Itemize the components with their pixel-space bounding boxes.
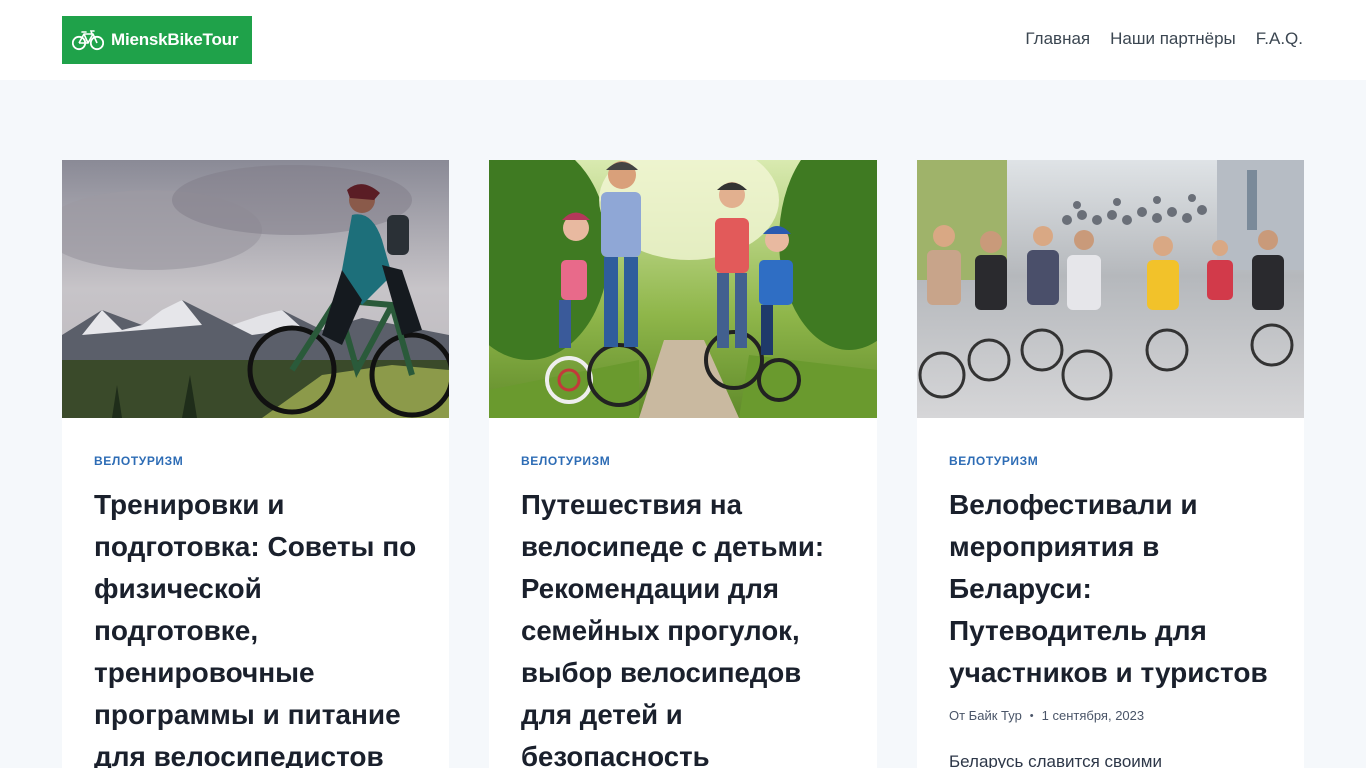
- post-card: ВЕЛОТУРИЗМ Тренировки и подготовка: Сове…: [62, 160, 449, 768]
- post-title[interactable]: Велофестивали и мероприятия в Беларуси: …: [949, 484, 1272, 694]
- bicycle-icon: [72, 30, 104, 51]
- site-header: MienskBikeTour Главная Наши партнёры F.A…: [0, 0, 1366, 80]
- site-logo[interactable]: MienskBikeTour: [62, 16, 252, 64]
- post-thumbnail[interactable]: [917, 160, 1304, 418]
- nav-item-partners[interactable]: Наши партнёры: [1110, 29, 1236, 49]
- cyclist-mountains-photo: [62, 160, 449, 418]
- post-title[interactable]: Путешествия на велосипеде с детьми: Реко…: [521, 484, 845, 768]
- post-author[interactable]: От Байк Тур: [949, 708, 1022, 724]
- post-date: 1 сентября, 2023: [1041, 708, 1145, 723]
- post-title[interactable]: Тренировки и подготовка: Советы по физич…: [94, 484, 417, 768]
- post-category-link[interactable]: ВЕЛОТУРИЗМ: [94, 454, 183, 468]
- post-card: ВЕЛОТУРИЗМ Путешествия на велосипеде с д…: [489, 160, 877, 768]
- post-thumbnail[interactable]: [62, 160, 449, 418]
- post-card: ВЕЛОТУРИЗМ Велофестивали и мероприятия в…: [917, 160, 1304, 768]
- meta-separator: •: [1029, 710, 1034, 722]
- post-excerpt: Беларусь славится своими: [949, 752, 1162, 768]
- nav-item-faq[interactable]: F.A.Q.: [1256, 29, 1303, 49]
- post-category-link[interactable]: ВЕЛОТУРИЗМ: [521, 454, 610, 468]
- bike-festival-crowd-photo: [917, 160, 1304, 418]
- post-meta: От Байк Тур • 1 сентября, 2023: [949, 708, 1272, 724]
- family-cycling-photo: [489, 160, 877, 418]
- main-nav: Главная Наши партнёры F.A.Q.: [1025, 29, 1303, 49]
- nav-item-home[interactable]: Главная: [1025, 29, 1090, 49]
- logo-text: MienskBikeTour: [111, 30, 239, 49]
- post-thumbnail[interactable]: [489, 160, 877, 418]
- post-category-link[interactable]: ВЕЛОТУРИЗМ: [949, 454, 1038, 468]
